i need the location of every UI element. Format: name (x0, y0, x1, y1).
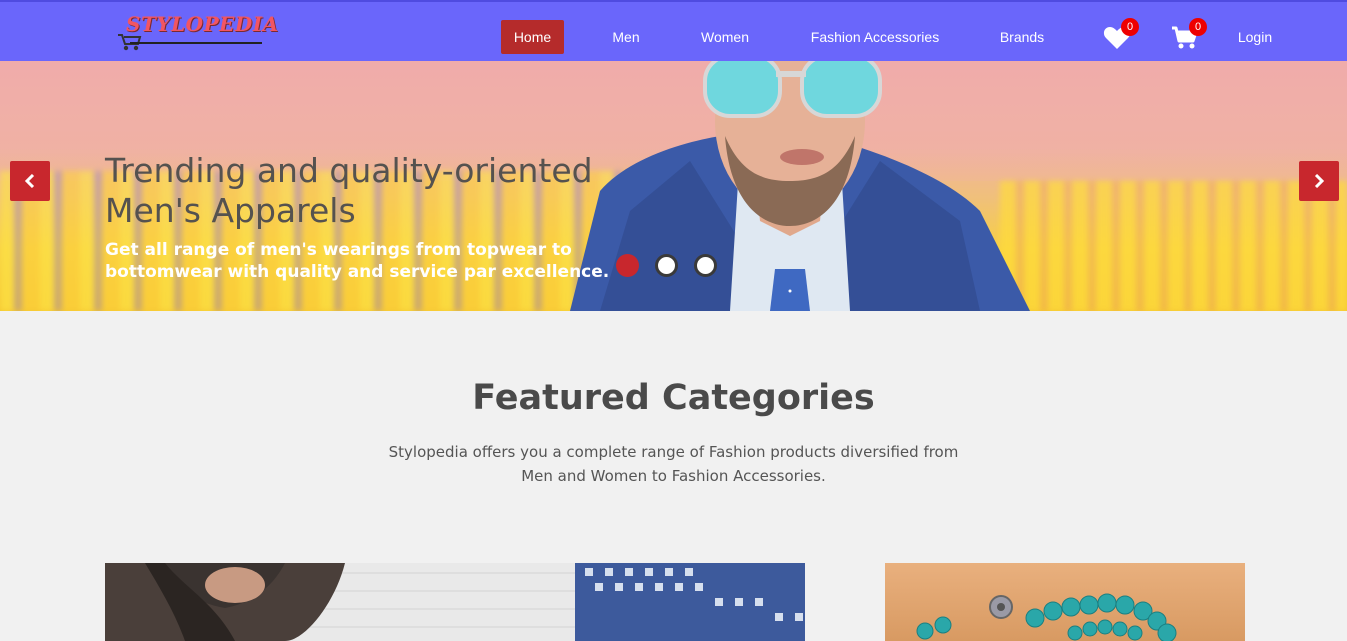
cart-button[interactable]: 0 (1171, 18, 1207, 50)
nav-home[interactable]: Home (501, 20, 564, 54)
hero-title: Trending and quality-oriented Men's Appa… (105, 151, 593, 230)
chevron-right-icon (1314, 174, 1325, 188)
carousel-prev-button[interactable] (10, 161, 50, 201)
nav-men[interactable]: Men (598, 20, 654, 54)
logo-underline (130, 42, 262, 44)
nav-fashion-accessories[interactable]: Fashion Accessories (800, 20, 950, 54)
category-card-men-women[interactable] (105, 563, 805, 641)
login-link[interactable]: Login (1230, 20, 1280, 54)
featured-categories-description: Stylopedia offers you a complete range o… (388, 443, 959, 485)
nav-women[interactable]: Women (690, 20, 760, 54)
top-navbar: STYLOPEDIA Home Men Women Fashion Access… (0, 0, 1347, 61)
hero-background-flowers-right (1000, 181, 1347, 311)
category-image-accessories (916, 593, 1177, 641)
hero-carousel: Trending and quality-oriented Men's Appa… (0, 61, 1347, 311)
carousel-next-button[interactable] (1299, 161, 1339, 201)
category-card-accessories[interactable] (885, 563, 1245, 641)
wishlist-button[interactable]: 0 (1103, 18, 1139, 50)
carousel-indicator-2[interactable] (655, 254, 678, 277)
brand-logo[interactable]: STYLOPEDIA (112, 8, 278, 54)
hero-subtitle: Get all range of men's wearings from top… (105, 240, 610, 282)
wishlist-count-badge: 0 (1121, 18, 1139, 36)
featured-categories-title: Featured Categories (472, 378, 875, 418)
chevron-left-icon (24, 174, 35, 188)
cart-count-badge: 0 (1189, 18, 1207, 36)
category-image-apparel (105, 563, 805, 641)
logo-text: STYLOPEDIA (126, 12, 279, 36)
nav-brands[interactable]: Brands (988, 20, 1056, 54)
carousel-indicator-3[interactable] (694, 254, 717, 277)
carousel-indicator-1[interactable] (616, 254, 639, 277)
